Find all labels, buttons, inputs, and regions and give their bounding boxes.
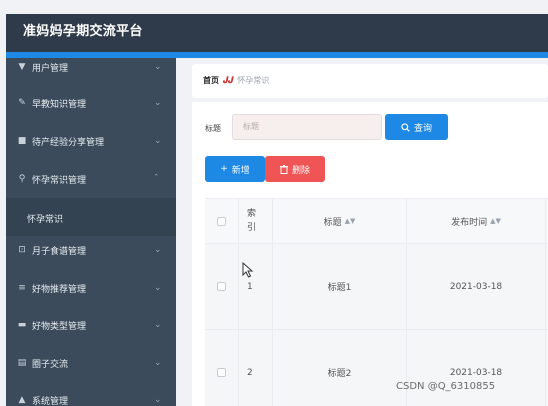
chevron-down-icon: ⌄ (154, 98, 162, 108)
sidebar-item-system[interactable]: ▲ 系统管理 ⌄ (6, 381, 176, 406)
tag-icon: ▬ (17, 320, 27, 330)
row-select-cell (205, 244, 239, 329)
plus-icon: + (220, 164, 228, 174)
add-button[interactable]: + 新增 (205, 156, 265, 182)
sidebar-item-label: 圈子交流 (32, 359, 69, 370)
sidebar-item-label: 待产经验分享管理 (32, 137, 105, 148)
table-row[interactable]: 2 标题2 2021-03-18 (205, 330, 548, 406)
sidebar-item-label: 月子食谱管理 (32, 246, 87, 257)
sidebar-item-experience-sharing[interactable]: ■ 待产经验分享管理 ⌄ (6, 122, 176, 160)
app-title: 准妈妈孕期交流平台 (23, 24, 143, 39)
sidebar-item-label: 好物推荐管理 (32, 284, 87, 295)
sidebar-item-label: 怀孕常识管理 (32, 175, 87, 186)
search-input[interactable]: 标题 (232, 114, 382, 140)
sidebar-item-label: 好物类型管理 (32, 321, 87, 332)
sidebar-item-label: 早教知识管理 (32, 99, 87, 110)
add-button-label: 新增 (231, 165, 250, 176)
top-header: 准妈妈孕期交流平台 (6, 14, 548, 52)
user-icon: ▼ (18, 62, 26, 72)
watermark: CSDN @Q_6310855 (396, 381, 496, 392)
breadcrumb: 首页 𝑱𝑱 怀孕常识 (203, 75, 269, 86)
breadcrumb-separator-icon: 𝑱𝑱 (223, 75, 234, 86)
sidebar-item-goods-type[interactable]: ▬ 好物类型管理 ⌄ (6, 306, 176, 344)
header-date-label: 发布时间 (451, 217, 488, 228)
row-date: 2021-03-18 (407, 244, 546, 329)
submenu-item-label: 怀孕常识 (27, 215, 64, 225)
query-button[interactable]: 查询 (385, 114, 448, 140)
chevron-down-icon: ⌄ (154, 320, 162, 330)
row-title: 标题2 (273, 330, 407, 406)
breadcrumb-home[interactable]: 首页 (203, 75, 219, 86)
sidebar-item-pregnancy-knowledge[interactable]: ⚲ 怀孕常识管理 ˆ (6, 160, 176, 198)
sliders-icon: ≡ (18, 283, 26, 293)
sort-icon[interactable]: ▲▼ (490, 217, 501, 225)
mouse-cursor-icon (242, 262, 254, 278)
app-window: 准妈妈孕期交流平台 ▼ 用户管理 ⌄ ✎ 早教知识管理 ⌄ ■ 待产经验分享管理… (0, 0, 548, 406)
header-date[interactable]: 发布时间 ▲▼ (407, 199, 546, 243)
row-checkbox[interactable] (217, 282, 226, 291)
delete-button-label: 删除 (291, 165, 310, 176)
search-icon (401, 122, 410, 132)
sidebar-item-label: 系统管理 (32, 396, 69, 406)
edit-icon: ✎ (18, 98, 26, 108)
sidebar-item-confinement-recipes[interactable]: ⊡ 月子食谱管理 ⌄ (6, 231, 176, 269)
table-header: 索 引 标题 ▲▼ 发布时间 ▲▼ (205, 198, 548, 244)
table-row[interactable]: 1 标题1 2021-03-18 (205, 244, 548, 330)
content-card: 标题 标题 查询 + 新增 删除 索 引 标题 ▲▼ 发布时间 ▲▼ 1 标题1… (192, 102, 548, 406)
sidebar-item-label: 用户管理 (32, 63, 69, 74)
shield-icon: ▲ (18, 395, 26, 405)
data-table: 索 引 标题 ▲▼ 发布时间 ▲▼ 1 标题1 2021-03-18 2 标题2… (205, 198, 548, 406)
chevron-down-icon: ⌄ (154, 62, 162, 72)
trash-icon (279, 164, 288, 174)
chevron-down-icon: ⌄ (154, 283, 162, 293)
header-index: 索 引 (239, 199, 273, 243)
chevron-down-icon: ⌄ (154, 136, 162, 146)
select-all-checkbox[interactable] (217, 216, 226, 226)
header-title-label: 标题 (323, 217, 342, 228)
sidebar-item-goods-recommend[interactable]: ≡ 好物推荐管理 ⌄ (6, 269, 176, 307)
sidebar-item-early-education[interactable]: ✎ 早教知识管理 ⌄ (6, 84, 176, 122)
sidebar: ▼ 用户管理 ⌄ ✎ 早教知识管理 ⌄ ■ 待产经验分享管理 ⌄ ⚲ 怀孕常识管… (6, 58, 176, 406)
row-index: 1 (239, 244, 273, 329)
sidebar-item-circle[interactable]: ▤ 圈子交流 ⌄ (6, 344, 176, 382)
search-label: 标题 (205, 124, 221, 133)
row-index: 2 (239, 330, 273, 406)
chevron-down-icon: ⌄ (154, 358, 162, 368)
sort-icon[interactable]: ▲▼ (345, 217, 356, 225)
query-button-label: 查询 (413, 123, 432, 134)
breadcrumb-card: 首页 𝑱𝑱 怀孕常识 (192, 64, 548, 98)
main-content: 首页 𝑱𝑱 怀孕常识 标题 标题 查询 + 新增 删除 索 引 标题 ▲▼ 发布… (176, 58, 548, 406)
breadcrumb-current: 怀孕常识 (237, 76, 270, 85)
bag-icon: ■ (17, 136, 27, 146)
header-title[interactable]: 标题 ▲▼ (273, 199, 407, 243)
header-index-line1: 索 (247, 209, 257, 219)
mic-icon: ⚲ (18, 174, 26, 184)
delete-button[interactable]: 删除 (265, 156, 325, 182)
select-all-cell (205, 199, 239, 243)
crop-icon: ⊡ (18, 245, 26, 255)
header-index-line2: 引 (247, 223, 257, 233)
row-checkbox[interactable] (217, 368, 226, 377)
chevron-down-icon: ⌄ (154, 245, 162, 255)
sidebar-item-user-management[interactable]: ▼ 用户管理 ⌄ (6, 58, 176, 86)
row-date: 2021-03-18 (407, 330, 546, 406)
note-icon: ▤ (17, 358, 27, 368)
row-select-cell (205, 330, 239, 406)
chevron-up-icon: ˆ (154, 174, 159, 184)
chevron-down-icon: ⌄ (154, 395, 162, 405)
row-title: 标题1 (273, 244, 407, 329)
